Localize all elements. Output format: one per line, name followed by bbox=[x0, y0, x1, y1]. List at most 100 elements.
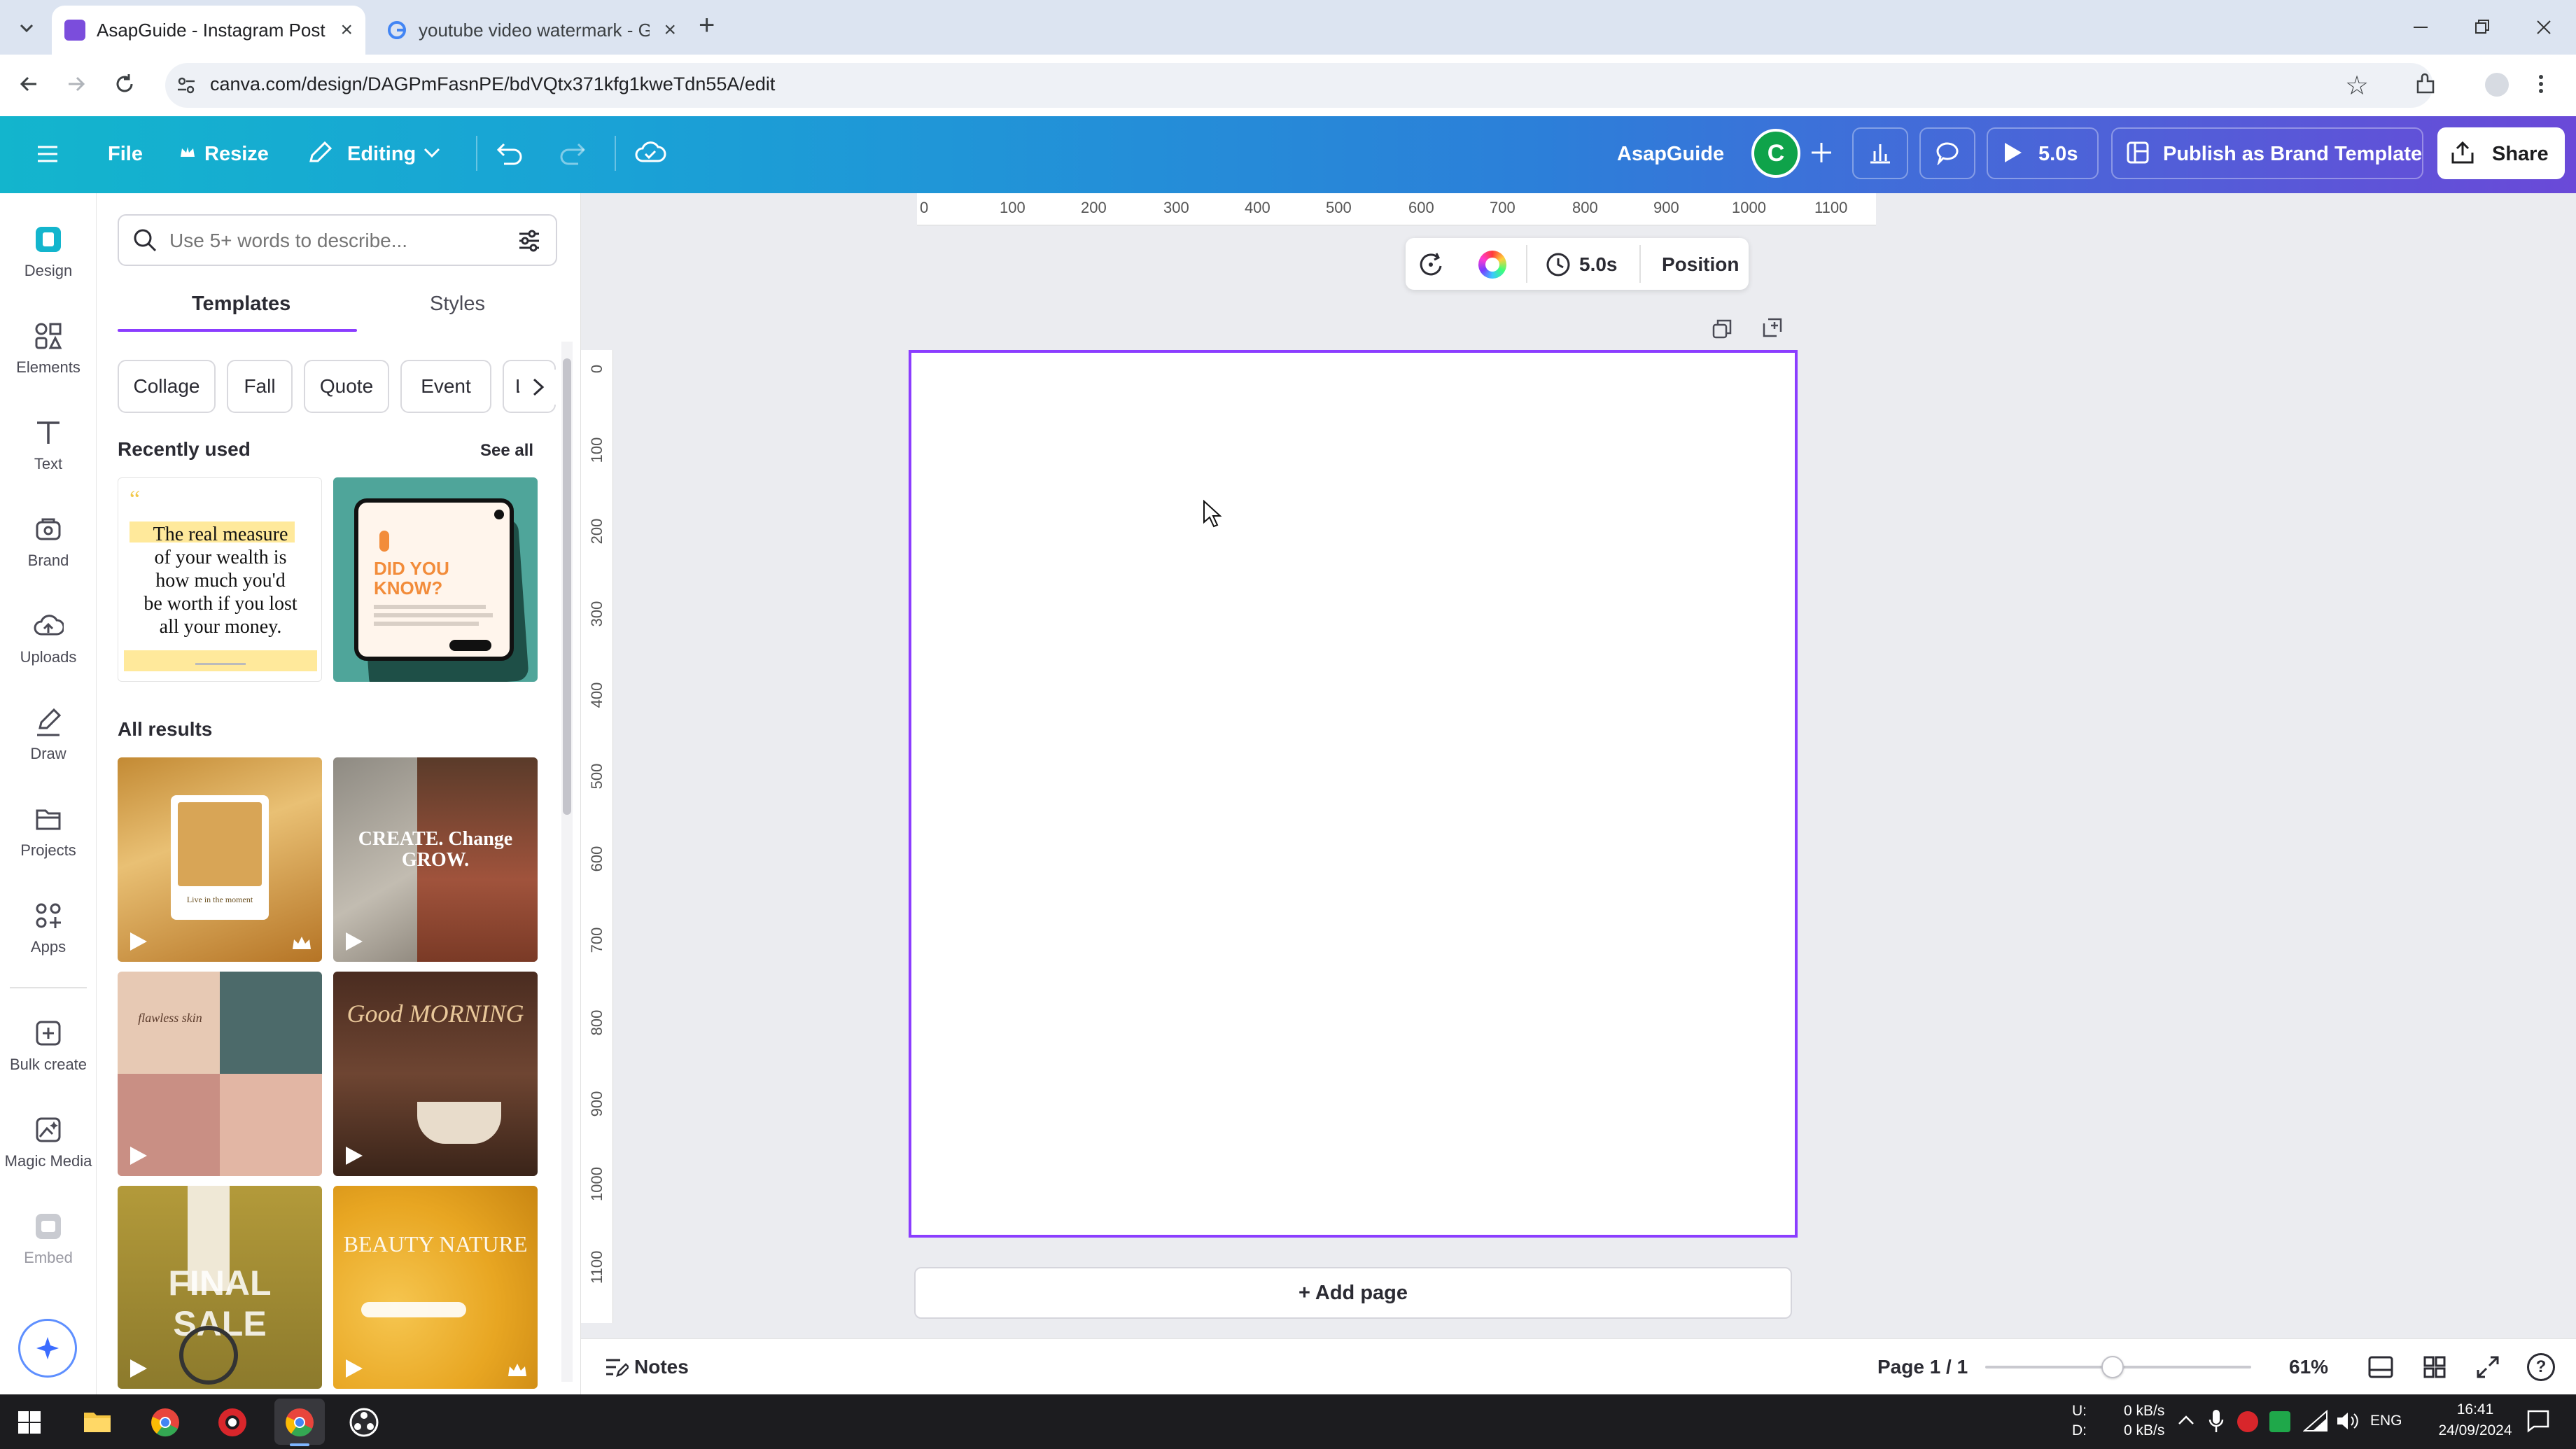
result-template-3[interactable]: flawless skin bbox=[118, 972, 322, 1176]
tab-styles[interactable]: Styles bbox=[430, 293, 485, 316]
editor-scrollbar[interactable] bbox=[2565, 210, 2575, 1330]
grid-view-icon[interactable] bbox=[2422, 1354, 2447, 1380]
hamburger-menu-icon[interactable] bbox=[35, 141, 60, 167]
animate-icon[interactable] bbox=[1417, 251, 1445, 279]
clock-icon[interactable] bbox=[1544, 251, 1572, 279]
team-name[interactable]: AsapGuide bbox=[1617, 143, 1724, 166]
help-icon[interactable]: ? bbox=[2527, 1353, 2555, 1381]
file-menu[interactable]: File bbox=[108, 143, 143, 166]
uploads-icon bbox=[34, 615, 64, 636]
undo-icon[interactable] bbox=[494, 139, 525, 167]
result-template-1[interactable]: Live in the moment bbox=[118, 757, 322, 962]
wifi-icon[interactable] bbox=[2303, 1410, 2328, 1432]
profile-avatar[interactable] bbox=[2485, 73, 2509, 97]
page-indicator[interactable]: Page 1 / 1 bbox=[1877, 1356, 1968, 1378]
file-explorer-icon[interactable] bbox=[83, 1408, 112, 1435]
restore-icon[interactable] bbox=[2461, 10, 2503, 45]
panel-scrollbar-thumb[interactable] bbox=[563, 358, 571, 815]
editing-mode-dropdown[interactable]: Editing bbox=[347, 143, 416, 166]
rail-item-elements[interactable]: Elements bbox=[0, 321, 97, 377]
reload-icon[interactable] bbox=[111, 70, 139, 98]
avatar[interactable]: C bbox=[1751, 129, 1800, 178]
close-icon[interactable]: × bbox=[664, 18, 676, 42]
chevron-down-icon[interactable] bbox=[423, 146, 441, 161]
forward-icon[interactable] bbox=[62, 70, 90, 98]
extensions-icon[interactable] bbox=[2414, 71, 2439, 97]
chrome-icon[interactable] bbox=[150, 1407, 181, 1438]
chip-event[interactable]: Event bbox=[400, 360, 491, 413]
result-template-6[interactable]: BEAUTY NATURE bbox=[333, 1186, 538, 1389]
resize-button[interactable]: Resize bbox=[204, 143, 269, 166]
ruler-label: 1000 bbox=[1732, 199, 1766, 216]
recent-template-did-you-know[interactable]: DID YOU KNOW? bbox=[333, 477, 538, 682]
redo-icon[interactable] bbox=[557, 139, 588, 167]
add-page-button[interactable]: + Add page bbox=[914, 1267, 1792, 1319]
search-input[interactable] bbox=[169, 227, 498, 255]
rail-item-bulk-create[interactable]: Bulk create bbox=[0, 1018, 97, 1074]
rail-item-uploads[interactable]: Uploads bbox=[0, 610, 97, 666]
clock-time[interactable]: 16:41 bbox=[2439, 1401, 2512, 1418]
magic-media-icon bbox=[36, 1117, 61, 1142]
rail-item-brand[interactable]: Brand bbox=[0, 514, 97, 570]
recording-icon[interactable] bbox=[2237, 1411, 2258, 1432]
minimize-icon[interactable] bbox=[2400, 10, 2442, 45]
chip-collage[interactable]: Collage bbox=[118, 360, 216, 413]
more-menu-icon[interactable] bbox=[2537, 71, 2545, 97]
chip-fall[interactable]: Fall bbox=[227, 360, 293, 413]
fullscreen-icon[interactable] bbox=[2475, 1354, 2500, 1380]
design-icon bbox=[36, 227, 61, 252]
back-icon[interactable] bbox=[15, 70, 43, 98]
add-collaborator-icon[interactable] bbox=[1809, 140, 1834, 165]
google-icon bbox=[386, 20, 407, 41]
clock-date[interactable]: 24/09/2024 bbox=[2425, 1422, 2526, 1439]
result-template-2[interactable]: CREATE. Change GROW. bbox=[333, 757, 538, 962]
rail-item-magic-media[interactable]: Magic Media bbox=[0, 1114, 97, 1170]
notes-button[interactable]: Notes bbox=[634, 1356, 689, 1378]
rail-item-text[interactable]: Text bbox=[0, 417, 97, 473]
tab-search-icon[interactable] bbox=[13, 14, 41, 42]
see-all-link[interactable]: See all bbox=[480, 441, 533, 461]
rail-item-embed[interactable]: Embed bbox=[0, 1211, 97, 1267]
magic-assistant-button[interactable] bbox=[18, 1319, 77, 1378]
rail-item-apps[interactable]: Apps bbox=[0, 900, 97, 956]
rail-label: Text bbox=[34, 455, 63, 472]
zoom-slider-knob[interactable] bbox=[2101, 1356, 2124, 1378]
result-template-4[interactable]: Good MORNING bbox=[333, 972, 538, 1176]
recent-template-quote[interactable]: “ The real measure of your wealth is how… bbox=[118, 477, 322, 682]
close-window-icon[interactable] bbox=[2523, 10, 2565, 45]
zoom-level[interactable]: 61% bbox=[2289, 1356, 2328, 1378]
rail-item-projects[interactable]: Projects bbox=[0, 804, 97, 860]
notifications-icon[interactable] bbox=[2526, 1408, 2551, 1434]
duplicate-page-icon[interactable] bbox=[1711, 318, 1733, 340]
add-page-icon[interactable] bbox=[1761, 316, 1784, 339]
bookmark-star-icon[interactable]: ☆ bbox=[2345, 70, 2369, 102]
color-picker-icon[interactable] bbox=[1478, 251, 1506, 279]
close-icon[interactable]: × bbox=[340, 18, 353, 42]
page-view-icon[interactable] bbox=[2367, 1354, 2394, 1380]
rail-item-draw[interactable]: Draw bbox=[0, 707, 97, 763]
language-indicator[interactable]: ENG bbox=[2370, 1413, 2402, 1429]
tab-canva[interactable]: AsapGuide - Instagram Post - C × bbox=[52, 6, 365, 55]
filter-icon[interactable] bbox=[517, 228, 542, 253]
text-icon bbox=[37, 421, 59, 444]
windows-start-icon[interactable] bbox=[17, 1410, 42, 1435]
chips-scroll-right[interactable] bbox=[519, 370, 557, 405]
page-duration[interactable]: 5.0s bbox=[1579, 253, 1618, 276]
tab-templates[interactable]: Templates bbox=[192, 293, 290, 316]
chip-quote[interactable]: Quote bbox=[304, 360, 389, 413]
design-canvas[interactable] bbox=[909, 350, 1798, 1238]
result-template-5[interactable]: FINAL SALE bbox=[118, 1186, 322, 1389]
position-button[interactable]: Position bbox=[1662, 253, 1739, 276]
tab-google[interactable]: youtube video watermark - Goo × bbox=[377, 6, 689, 55]
cloud-saved-icon[interactable] bbox=[634, 139, 666, 167]
ruler-label: 400 bbox=[1245, 199, 1270, 216]
chevron-up-icon[interactable] bbox=[2177, 1413, 2195, 1428]
obs-icon[interactable] bbox=[349, 1407, 379, 1438]
microphone-icon[interactable] bbox=[2208, 1408, 2225, 1435]
nvidia-icon[interactable] bbox=[2269, 1411, 2290, 1432]
site-info-icon[interactable] bbox=[175, 74, 197, 97]
screen-recorder-icon[interactable] bbox=[217, 1407, 248, 1438]
rail-item-design[interactable]: Design bbox=[0, 224, 97, 280]
new-tab-icon[interactable]: + bbox=[699, 10, 715, 41]
volume-icon[interactable] bbox=[2335, 1410, 2360, 1432]
